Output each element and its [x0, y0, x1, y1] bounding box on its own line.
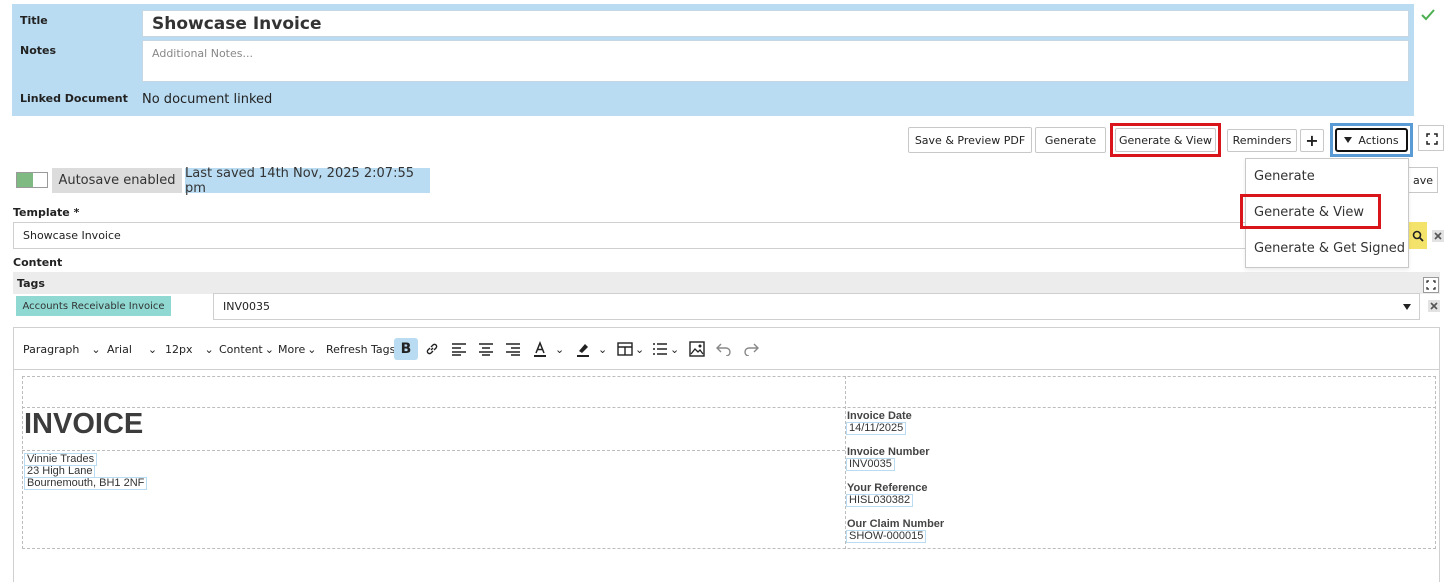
- link-button[interactable]: [420, 338, 444, 360]
- image-icon: [689, 341, 705, 357]
- tag-select[interactable]: INV0035: [213, 293, 1420, 320]
- tag-clear-button[interactable]: [1428, 300, 1440, 312]
- undo-icon: [716, 343, 731, 356]
- invoice-number-label: Invoice Number: [847, 446, 930, 458]
- redo-icon: [744, 343, 759, 356]
- fullscreen-icon: [1426, 133, 1438, 145]
- invoice-heading: INVOICE: [24, 408, 144, 440]
- linked-document-value: No document linked: [142, 92, 273, 107]
- link-icon: [426, 343, 438, 355]
- notes-label: Notes: [20, 44, 57, 57]
- content-menu[interactable]: Content ⌄: [219, 338, 274, 360]
- chevron-down-icon[interactable]: ⌄: [598, 338, 607, 360]
- generate-view-menu-highlight: [1240, 194, 1381, 229]
- more-menu-label: More: [278, 342, 306, 356]
- align-right-icon: [506, 343, 520, 356]
- invoice-date-label: Invoice Date: [847, 410, 912, 422]
- address-line: Bournemouth, BH1 2NF: [24, 477, 148, 490]
- content-label: Content: [13, 256, 63, 269]
- align-left-button[interactable]: [447, 338, 471, 360]
- align-right-button[interactable]: [501, 338, 525, 360]
- fullscreen-button[interactable]: [1418, 125, 1444, 151]
- last-saved-label: Last saved 14th Nov, 2025 2:07:55 pm: [185, 166, 430, 196]
- numbered-list-icon: [653, 343, 667, 355]
- claim-number-label: Our Claim Number: [847, 518, 945, 530]
- refresh-tags-button[interactable]: Refresh Tags: [326, 338, 395, 360]
- menu-item-generate[interactable]: Generate: [1254, 169, 1315, 184]
- tag-select-value: INV0035: [223, 300, 270, 313]
- autosave-toggle[interactable]: [16, 172, 48, 188]
- chevron-down-icon[interactable]: ⌄: [555, 338, 564, 360]
- title-label: Title: [20, 14, 48, 27]
- content-menu-label: Content: [219, 342, 263, 356]
- table-button[interactable]: [613, 338, 637, 360]
- bold-button[interactable]: B: [394, 338, 418, 360]
- template-input[interactable]: Showcase Invoice: [13, 222, 1408, 249]
- chevron-down-icon[interactable]: ⌄: [635, 338, 644, 360]
- list-button[interactable]: [648, 338, 672, 360]
- fullscreen-icon: [1426, 280, 1436, 290]
- chevron-down-icon: ⌄: [204, 342, 214, 356]
- menu-item-generate-get-signed[interactable]: Generate & Get Signed: [1254, 241, 1405, 256]
- notes-textarea[interactable]: Additional Notes...: [142, 40, 1409, 82]
- actions-label: Actions: [1358, 133, 1399, 147]
- caret-down-icon: [1403, 304, 1411, 310]
- text-color-button[interactable]: [528, 338, 552, 360]
- redo-button[interactable]: [739, 338, 763, 360]
- claim-number-value: SHOW-000015: [846, 530, 927, 543]
- table-divider: [22, 407, 1436, 408]
- text-color-icon: [534, 341, 546, 357]
- save-preview-pdf-button[interactable]: Save & Preview PDF: [908, 127, 1032, 153]
- tag-chip[interactable]: Accounts Receivable Invoice: [16, 296, 171, 316]
- chevron-down-icon[interactable]: ⌄: [670, 338, 679, 360]
- font-size-label: 12px: [165, 342, 193, 356]
- reminders-button[interactable]: Reminders: [1227, 129, 1297, 152]
- your-reference-value: HISL030382: [846, 494, 914, 507]
- paragraph-select[interactable]: Paragraph ⌄: [23, 338, 101, 360]
- more-menu[interactable]: More ⌄: [278, 338, 317, 360]
- chevron-down-icon: ⌄: [147, 342, 158, 356]
- undo-button[interactable]: [712, 338, 736, 360]
- chevron-down-icon: ⌄: [307, 342, 317, 356]
- highlighter-icon: [577, 344, 589, 357]
- chevron-down-icon: ⌄: [264, 342, 274, 356]
- template-search-button[interactable]: [1408, 222, 1427, 249]
- font-select[interactable]: Arial ⌄: [107, 338, 157, 360]
- actions-button[interactable]: Actions: [1335, 128, 1408, 152]
- highlight-color-button[interactable]: [571, 338, 595, 360]
- table-divider: [22, 450, 845, 451]
- template-label: Template *: [13, 206, 80, 219]
- tags-expand-button[interactable]: [1423, 277, 1439, 293]
- your-reference-label: Your Reference: [847, 482, 928, 494]
- caret-down-icon: [1344, 137, 1353, 143]
- align-left-icon: [452, 343, 466, 356]
- image-button[interactable]: [685, 338, 709, 360]
- tags-bar: [13, 272, 1440, 294]
- close-icon: [1434, 232, 1442, 240]
- align-center-button[interactable]: [474, 338, 498, 360]
- check-icon: [1421, 9, 1435, 21]
- autosave-label: Autosave enabled: [52, 168, 182, 193]
- tags-label: Tags: [17, 277, 45, 290]
- close-icon: [1430, 302, 1438, 310]
- paragraph-select-label: Paragraph: [23, 342, 80, 356]
- title-input[interactable]: Showcase Invoice: [142, 10, 1409, 37]
- search-icon: [1412, 230, 1424, 242]
- invoice-number-value: INV0035: [846, 458, 895, 471]
- template-clear-button[interactable]: [1432, 230, 1444, 242]
- linked-document-label: Linked Document: [20, 92, 128, 105]
- generate-button[interactable]: Generate: [1035, 127, 1106, 153]
- font-size-select[interactable]: 12px ⌄: [165, 338, 214, 360]
- font-select-label: Arial: [107, 342, 132, 356]
- editor-toolbar: Paragraph ⌄ Arial ⌄ 12px ⌄ Content ⌄ More ⌄ R…: [14, 328, 1439, 370]
- add-reminder-button[interactable]: +: [1300, 129, 1324, 152]
- document-table: [22, 376, 1436, 549]
- invoice-date-value: 14/11/2025: [846, 422, 907, 435]
- align-center-icon: [479, 343, 493, 356]
- table-icon: [617, 342, 633, 356]
- generate-view-button[interactable]: Generate & View: [1115, 128, 1216, 152]
- chevron-down-icon: ⌄: [91, 342, 101, 356]
